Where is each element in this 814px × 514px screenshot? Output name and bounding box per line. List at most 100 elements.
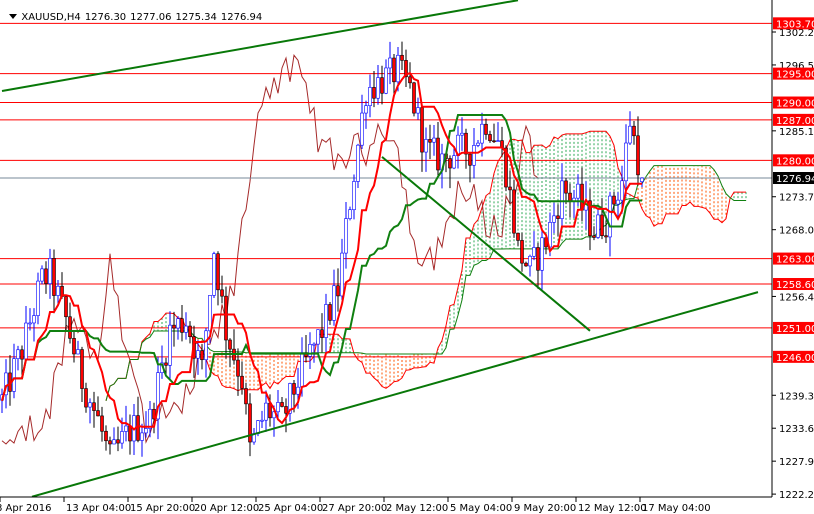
candle-body: [508, 186, 512, 191]
candle: [372, 71, 376, 108]
candle: [464, 128, 468, 169]
candle-body: [432, 137, 436, 143]
candle: [384, 59, 388, 95]
candle: [188, 321, 192, 344]
candle-body: [452, 155, 456, 169]
candle-body: [560, 180, 564, 219]
candle-body: [352, 181, 356, 211]
candle-body: [492, 140, 496, 143]
candle: [356, 143, 360, 189]
candle-body: [104, 430, 108, 442]
price-tick-label: 1227.95: [779, 457, 814, 468]
price-tick-label: 1285.10: [779, 127, 814, 138]
candle-body: [80, 349, 84, 389]
candle: [104, 425, 108, 451]
candle-body: [340, 252, 344, 297]
candle-body: [144, 428, 148, 434]
candle: [308, 332, 312, 369]
candle-body: [216, 253, 220, 291]
candle-body: [540, 237, 544, 271]
candle: [428, 124, 432, 160]
candle: [512, 180, 516, 238]
candle: [156, 356, 160, 440]
candle-body: [224, 295, 228, 341]
candle: [76, 340, 80, 355]
candle: [140, 423, 144, 457]
candle: [424, 127, 428, 172]
candle-body: [300, 352, 304, 388]
candle-body: [72, 338, 76, 355]
ohlc-low: 1275.34: [175, 12, 217, 23]
candle: [84, 382, 88, 413]
price-tick-label: 1222.25: [779, 490, 814, 501]
price-chart[interactable]: 1302.201296.501285.101273.701268.001256.…: [0, 0, 814, 514]
candle-body: [96, 410, 100, 417]
candle: [632, 120, 636, 145]
candle: [180, 305, 184, 342]
candle: [400, 41, 404, 71]
candle: [588, 188, 592, 251]
candle-body: [512, 189, 516, 234]
candle-body: [496, 140, 500, 142]
candle-body: [364, 105, 368, 114]
candle-body: [16, 349, 20, 359]
candle-body: [52, 258, 56, 296]
candle: [476, 140, 480, 148]
dropdown-triangle-icon[interactable]: [9, 14, 18, 19]
candle: [380, 65, 384, 105]
candle: [560, 163, 564, 226]
candle: [80, 346, 84, 403]
candle-body: [328, 304, 332, 321]
candle-body: [240, 375, 244, 389]
candle-body: [484, 123, 488, 135]
candle: [172, 311, 176, 347]
candle: [484, 118, 488, 140]
candle: [228, 338, 232, 368]
time-tick-label: 27 Apr 20:00: [322, 503, 387, 514]
candle: [564, 177, 568, 205]
candle: [260, 410, 264, 429]
level-price-label: 1295.00: [776, 70, 814, 81]
candle: [136, 396, 140, 443]
candle-body: [536, 247, 540, 271]
candle-body: [28, 322, 32, 325]
candle-body: [164, 362, 168, 366]
candle: [108, 436, 112, 455]
candle: [216, 251, 220, 306]
candle: [448, 155, 452, 189]
candle: [392, 54, 396, 96]
candle-body: [472, 145, 476, 166]
candle-body: [100, 415, 104, 432]
time-tick-label: 2 May 12:00: [386, 503, 448, 514]
candle: [364, 100, 368, 129]
candle: [340, 238, 344, 300]
candle: [24, 305, 28, 362]
candle-body: [312, 343, 316, 346]
candle-body: [360, 112, 364, 146]
candle: [68, 302, 72, 344]
candle-body: [228, 339, 232, 350]
candle-body: [600, 214, 604, 237]
candle-body: [516, 232, 520, 241]
candle-body: [436, 137, 440, 171]
candle-body: [612, 195, 616, 205]
level-price-label: 1287.00: [776, 116, 814, 127]
candle: [488, 130, 492, 143]
candle: [168, 311, 172, 379]
candle-body: [276, 402, 280, 413]
candle: [204, 328, 208, 378]
candle-body: [396, 54, 400, 83]
candle-body: [212, 253, 216, 296]
level-price-label: 1246.00: [776, 353, 814, 364]
candle-body: [12, 358, 16, 392]
candle: [436, 122, 440, 178]
candle-body: [524, 262, 528, 267]
price-tick-label: 1233.65: [779, 424, 814, 435]
candle-body: [564, 180, 568, 194]
ohlc-open: 1276.30: [84, 12, 127, 23]
time-tick-label: 13 Apr 04:00: [66, 503, 131, 514]
candle-body: [256, 420, 260, 434]
candle-body: [112, 439, 116, 445]
trendline: [31, 291, 759, 497]
candle-body: [188, 325, 192, 338]
